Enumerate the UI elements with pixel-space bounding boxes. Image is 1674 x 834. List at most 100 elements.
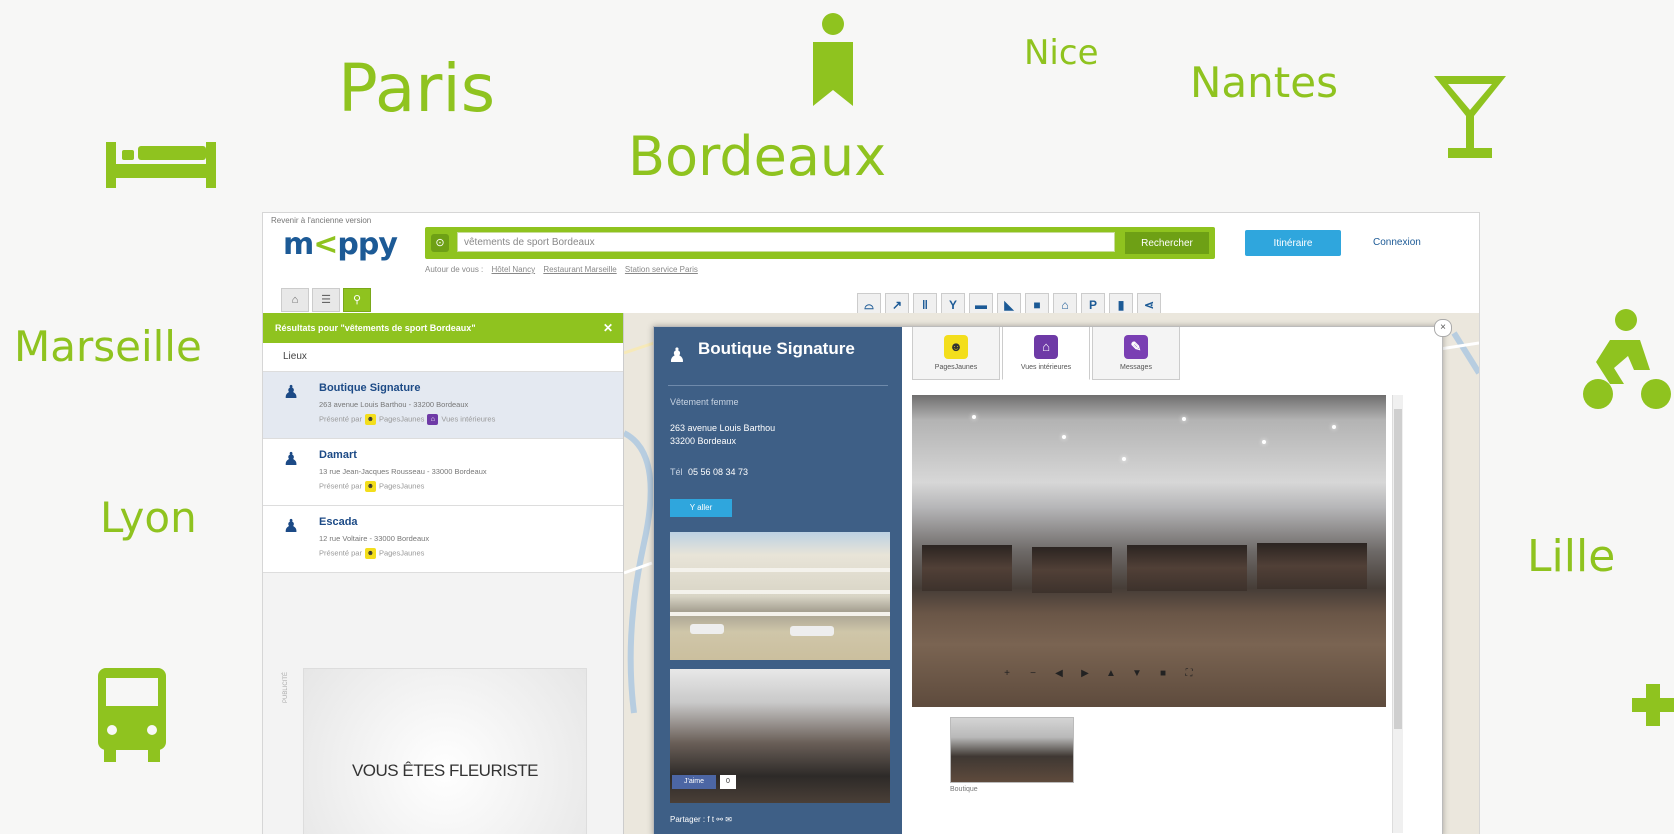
viewer-controls: + − ◀ ▶ ▲ ▼ ■ ⛶	[1000, 667, 1196, 681]
search-bar: ⊙ Rechercher	[425, 227, 1215, 259]
tab-messages[interactable]: ✎ Messages	[1092, 327, 1180, 380]
city-paris: Paris	[338, 50, 496, 127]
city-bordeaux: Bordeaux	[628, 125, 887, 188]
email-share-icon[interactable]: ✉	[725, 815, 732, 824]
phone-label: Tél	[670, 467, 683, 477]
link-share-icon[interactable]: ⚯	[716, 815, 723, 824]
ad-text: VOUS ÊTES FLEURISTE	[351, 761, 539, 780]
ad-banner[interactable]: VOUS ÊTES FLEURISTE	[303, 668, 587, 834]
results-title: Résultats pour "vêtements de sport Borde…	[275, 323, 476, 333]
pagesjaunes-icon: ☻	[944, 335, 968, 359]
results-header: Résultats pour "vêtements de sport Borde…	[263, 313, 623, 343]
suggestion-link[interactable]: Hôtel Nancy	[492, 265, 536, 274]
suggestion-link[interactable]: Restaurant Marseille	[543, 265, 616, 274]
share-row: Partager : f t ⚯ ✉	[670, 815, 732, 824]
dress-icon: ♟	[283, 449, 300, 469]
facebook-like-button[interactable]: J'aime	[672, 775, 716, 789]
result-address: 12 rue Voltaire - 33000 Bordeaux	[319, 534, 430, 543]
search-tab-icon[interactable]: ⚲	[343, 288, 371, 312]
dress-icon: ♟	[668, 345, 686, 367]
itinerary-button[interactable]: Itinéraire	[1245, 230, 1341, 256]
result-name[interactable]: Boutique Signature	[319, 382, 420, 394]
fullscreen-icon[interactable]: ⛶	[1182, 667, 1196, 681]
scrollbar-thumb[interactable]	[1394, 409, 1402, 729]
pause-icon[interactable]: ■	[1156, 667, 1170, 681]
close-icon[interactable]: ✕	[603, 313, 613, 343]
cyclist-icon	[1583, 309, 1671, 409]
messages-icon: ✎	[1124, 335, 1148, 359]
result-name[interactable]: Escada	[319, 516, 358, 528]
card-sidebar: ♟ Boutique Signature Vêtement femme 263 …	[654, 327, 902, 834]
zoom-out-icon[interactable]: −	[1026, 667, 1040, 681]
tilt-down-icon[interactable]: ▼	[1130, 667, 1144, 681]
suggestion-link[interactable]: Station service Paris	[625, 265, 698, 274]
mappy-logo[interactable]: m<ppy	[283, 227, 398, 262]
scrollbar[interactable]	[1392, 395, 1403, 833]
suggestions-label: Autour de vous :	[425, 265, 484, 274]
places-section-label: Lieux	[263, 343, 623, 372]
cocktail-icon	[1434, 76, 1506, 158]
result-item[interactable]: ♟ Boutique Signature 263 avenue Louis Ba…	[263, 372, 623, 439]
city-lyon: Lyon	[100, 493, 197, 542]
rotate-left-icon[interactable]: ◀	[1052, 667, 1066, 681]
result-presented-by: Présenté par ☻ PagesJaunes	[319, 481, 425, 492]
card-title: Boutique Signature	[698, 339, 855, 358]
panel-tabs: ⌂ ☰ ⚲	[281, 288, 371, 312]
result-item[interactable]: ♟ Escada 12 rue Voltaire - 33000 Bordeau…	[263, 506, 623, 573]
search-suggestions: Autour de vous : Hôtel Nancy Restaurant …	[425, 265, 698, 274]
interior-panorama-viewer[interactable]: + − ◀ ▶ ▲ ▼ ■ ⛶	[912, 395, 1386, 707]
card-address-line: 263 avenue Louis Barthou	[670, 423, 776, 433]
share-label: Partager :	[670, 815, 706, 824]
storefront-photo[interactable]	[670, 532, 890, 660]
phone-number[interactable]: 05 56 08 34 73	[688, 467, 748, 477]
tab-pagesjaunes[interactable]: ☻ PagesJaunes	[912, 327, 1000, 380]
place-detail-card: × ♟ Boutique Signature Vêtement femme 26…	[653, 319, 1452, 834]
city-marseille: Marseille	[14, 322, 202, 371]
card-tabs: ☻ PagesJaunes ⌂ Vues intérieures ✎ Messa…	[912, 327, 1182, 380]
tab-interior-views[interactable]: ⌂ Vues intérieures	[1002, 327, 1090, 380]
pagesjaunes-icon: ☻	[364, 481, 376, 492]
pagesjaunes-icon: ☻	[364, 414, 376, 425]
ad-label: PUBLICITÉ	[283, 671, 289, 703]
result-name[interactable]: Damart	[319, 449, 357, 461]
tab-label: PagesJaunes	[934, 364, 978, 371]
result-presented-by: Présenté par ☻ PagesJaunes ⌂ Vues intérieure…	[319, 414, 496, 425]
plus-icon	[1632, 684, 1674, 726]
rotate-right-icon[interactable]: ▶	[1078, 667, 1092, 681]
old-version-link[interactable]: Revenir à l'ancienne version	[271, 216, 371, 225]
search-button[interactable]: Rechercher	[1125, 232, 1209, 254]
results-panel: Résultats pour "vêtements de sport Borde…	[263, 313, 624, 834]
person-icon	[813, 13, 853, 106]
list-tab-icon[interactable]: ☰	[312, 288, 340, 312]
close-card-icon[interactable]: ×	[1434, 319, 1452, 337]
location-icon[interactable]: ⊙	[431, 234, 449, 252]
panorama-thumbnail[interactable]	[950, 717, 1074, 783]
result-address: 13 rue Jean-Jacques Rousseau - 33000 Bor…	[319, 467, 487, 476]
facebook-like-count: 0	[720, 775, 736, 789]
interior-views-icon: ⌂	[1034, 335, 1058, 359]
twitter-share-icon[interactable]: t	[712, 815, 714, 824]
card-address-line: 33200 Bordeaux	[670, 436, 737, 446]
app-screenshot: Revenir à l'ancienne version m<ppy ⊙ Rec…	[262, 212, 1480, 834]
city-nantes: Nantes	[1190, 58, 1338, 107]
result-presented-by: Présenté par ☻ PagesJaunes	[319, 548, 425, 559]
search-input[interactable]	[457, 232, 1115, 252]
result-item[interactable]: ♟ Damart 13 rue Jean-Jacques Rousseau - …	[263, 439, 623, 506]
divider	[668, 385, 888, 386]
tilt-up-icon[interactable]: ▲	[1104, 667, 1118, 681]
tab-label: Messages	[1120, 364, 1152, 371]
thumbnail-caption: Boutique	[950, 786, 978, 793]
bed-icon	[106, 142, 216, 188]
interior-views-icon: ⌂	[427, 414, 439, 425]
card-category: Vêtement femme	[670, 397, 739, 407]
bus-icon	[98, 668, 166, 762]
city-lille: Lille	[1527, 531, 1616, 582]
pagesjaunes-icon: ☻	[364, 548, 376, 559]
go-there-button[interactable]: Y aller	[670, 499, 732, 517]
facebook-share-icon[interactable]: f	[707, 815, 709, 824]
login-link[interactable]: Connexion	[1373, 237, 1421, 248]
dress-icon: ♟	[283, 516, 300, 536]
home-tab-icon[interactable]: ⌂	[281, 288, 309, 312]
zoom-in-icon[interactable]: +	[1000, 667, 1014, 681]
result-address: 263 avenue Louis Barthou - 33200 Bordeau…	[319, 400, 469, 409]
